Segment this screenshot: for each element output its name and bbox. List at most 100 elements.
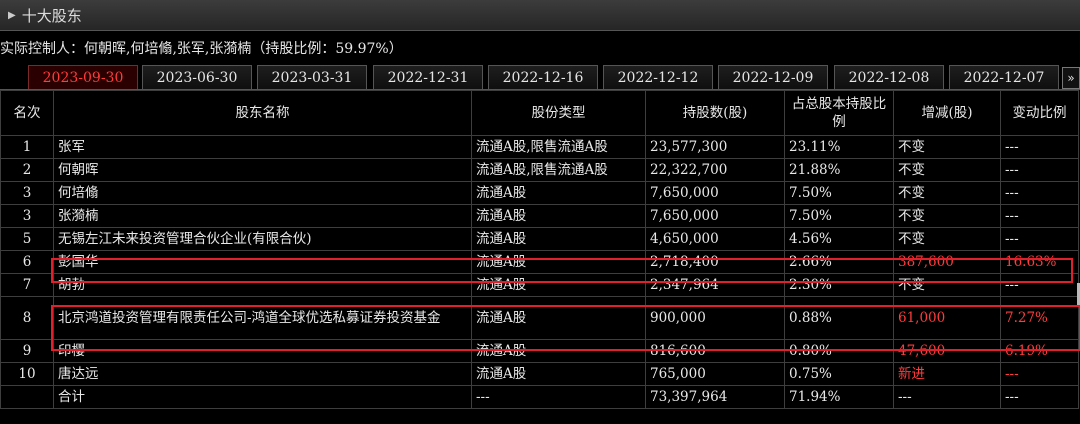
holder-name-cell: 彭国华 xyxy=(53,250,472,274)
shares-cell: 23,577,300 xyxy=(645,135,785,159)
table-row[interactable]: 10 唐达远 流通A股 765,000 0.75% 新进 --- xyxy=(0,362,1079,386)
pct-cell: 2.66% xyxy=(784,250,894,274)
ratio-cell: --- xyxy=(1000,158,1079,182)
table-row[interactable]: 3 张漪楠 流通A股 7,650,000 7.50% 不变 --- xyxy=(0,204,1079,228)
table-total-row[interactable]: 合计 --- 73,397,964 71.94% --- --- xyxy=(0,385,1079,409)
header-holder-name[interactable]: 股东名称 xyxy=(53,90,472,136)
rank-cell: 3 xyxy=(0,181,54,205)
tab-2023-06-30[interactable]: 2023-06-30 xyxy=(142,65,252,90)
change-cell: 47,600 xyxy=(893,339,1001,363)
pct-cell: 23.11% xyxy=(784,135,894,159)
rank-cell xyxy=(0,385,54,409)
rank-cell: 5 xyxy=(0,227,54,251)
rank-cell: 8 xyxy=(0,296,54,340)
header-change[interactable]: 增减(股) xyxy=(893,90,1001,136)
ratio-cell: --- xyxy=(1000,362,1079,386)
holder-name-cell: 唐达远 xyxy=(53,362,472,386)
change-cell: 不变 xyxy=(893,273,1001,297)
change-cell: 不变 xyxy=(893,158,1001,182)
actual-controller-info: 实际控制人：何朝晖,何培翛,张军,张漪楠（持股比例：59.97%） xyxy=(0,41,403,57)
share-type-cell: 流通A股 xyxy=(471,362,646,386)
rank-cell: 7 xyxy=(0,273,54,297)
table-row[interactable]: 5 无锡左江未来投资管理合伙企业(有限合伙) 流通A股 4,650,000 4.… xyxy=(0,227,1079,251)
header-rank[interactable]: 名次 xyxy=(0,90,54,136)
shares-cell: 816,600 xyxy=(645,339,785,363)
table-row[interactable]: 1 张军 流通A股,限售流通A股 23,577,300 23.11% 不变 --… xyxy=(0,135,1079,159)
shares-cell: 7,650,000 xyxy=(645,181,785,205)
change-cell: 不变 xyxy=(893,135,1001,159)
rank-cell: 2 xyxy=(0,158,54,182)
tab-2022-12-12[interactable]: 2022-12-12 xyxy=(603,65,713,90)
table-row[interactable]: 3 何培翛 流通A股 7,650,000 7.50% 不变 --- xyxy=(0,181,1079,205)
change-cell: --- xyxy=(893,385,1001,409)
share-type-cell: 流通A股,限售流通A股 xyxy=(471,135,646,159)
shares-cell: 765,000 xyxy=(645,362,785,386)
tab-2023-09-30[interactable]: 2023-09-30 xyxy=(28,65,138,90)
tab-2022-12-16[interactable]: 2022-12-16 xyxy=(488,65,598,90)
holder-name-cell: 胡勃 xyxy=(53,273,472,297)
ratio-cell: --- xyxy=(1000,181,1079,205)
change-cell: 不变 xyxy=(893,227,1001,251)
date-tabs: 2023-09-30 2023-06-30 2023-03-31 2022-12… xyxy=(0,65,1080,91)
rank-cell: 1 xyxy=(0,135,54,159)
holder-name-cell: 无锡左江未来投资管理合伙企业(有限合伙) xyxy=(53,227,472,251)
change-cell: 387,600 xyxy=(893,250,1001,274)
ratio-cell: 7.27% xyxy=(1000,296,1079,340)
pct-cell: 7.50% xyxy=(784,181,894,205)
table-row[interactable]: 7 胡勃 流通A股 2,347,964 2.30% 不变 --- xyxy=(0,273,1079,297)
shares-cell: 22,322,700 xyxy=(645,158,785,182)
tabs-scroll-right-icon[interactable]: » xyxy=(1062,67,1080,89)
shares-cell: 7,650,000 xyxy=(645,204,785,228)
tab-2022-12-09[interactable]: 2022-12-09 xyxy=(718,65,828,90)
header-shares-held[interactable]: 持股数(股) xyxy=(645,90,785,136)
ratio-cell: --- xyxy=(1000,135,1079,159)
ratio-cell: --- xyxy=(1000,227,1079,251)
tab-2022-12-08[interactable]: 2022-12-08 xyxy=(834,65,944,90)
panel-header[interactable]: ▶ 十大股东 xyxy=(0,0,1080,31)
change-cell: 61,000 xyxy=(893,296,1001,340)
pct-cell: 0.75% xyxy=(784,362,894,386)
rank-cell: 6 xyxy=(0,250,54,274)
pct-cell: 0.88% xyxy=(784,296,894,340)
share-type-cell: --- xyxy=(471,385,646,409)
share-type-cell: 流通A股 xyxy=(471,204,646,228)
ratio-cell: 6.19% xyxy=(1000,339,1079,363)
share-type-cell: 流通A股 xyxy=(471,339,646,363)
pct-cell: 2.30% xyxy=(784,273,894,297)
tab-2022-12-31[interactable]: 2022-12-31 xyxy=(373,65,483,90)
ratio-cell: --- xyxy=(1000,273,1079,297)
holder-name-cell: 何朝晖 xyxy=(53,158,472,182)
header-change-ratio[interactable]: 变动比例 xyxy=(1000,90,1079,136)
share-type-cell: 流通A股,限售流通A股 xyxy=(471,158,646,182)
share-type-cell: 流通A股 xyxy=(471,296,646,340)
rank-cell: 3 xyxy=(0,204,54,228)
change-cell: 不变 xyxy=(893,204,1001,228)
holder-name-cell: 张军 xyxy=(53,135,472,159)
total-shares-cell: 73,397,964 xyxy=(645,385,785,409)
holder-name-cell: 印樱 xyxy=(53,339,472,363)
change-cell: 不变 xyxy=(893,181,1001,205)
holder-name-cell: 张漪楠 xyxy=(53,204,472,228)
change-cell: 新进 xyxy=(893,362,1001,386)
shares-cell: 4,650,000 xyxy=(645,227,785,251)
pct-cell: 21.88% xyxy=(784,158,894,182)
rank-cell: 9 xyxy=(0,339,54,363)
table-row[interactable]: 9 印樱 流通A股 816,600 0.80% 47,600 6.19% xyxy=(0,339,1079,363)
shares-cell: 900,000 xyxy=(645,296,785,340)
table-row[interactable]: 2 何朝晖 流通A股,限售流通A股 22,322,700 21.88% 不变 -… xyxy=(0,158,1079,182)
header-share-type[interactable]: 股份类型 xyxy=(471,90,646,136)
tab-2022-12-07[interactable]: 2022-12-07 xyxy=(949,65,1059,90)
table-row[interactable]: 6 彭国华 流通A股 2,718,400 2.66% 387,600 16.63… xyxy=(0,250,1079,274)
share-type-cell: 流通A股 xyxy=(471,273,646,297)
holder-name-cell: 北京鸿道投资管理有限责任公司-鸿道全球优选私募证券投资基金 xyxy=(53,296,472,340)
table-row[interactable]: 8 北京鸿道投资管理有限责任公司-鸿道全球优选私募证券投资基金 流通A股 900… xyxy=(0,296,1079,340)
collapse-triangle-icon[interactable]: ▶ xyxy=(8,10,16,21)
share-type-cell: 流通A股 xyxy=(471,227,646,251)
tab-2023-03-31[interactable]: 2023-03-31 xyxy=(257,65,367,90)
total-pct-cell: 71.94% xyxy=(784,385,894,409)
pct-cell: 4.56% xyxy=(784,227,894,251)
shares-cell: 2,718,400 xyxy=(645,250,785,274)
share-type-cell: 流通A股 xyxy=(471,181,646,205)
ratio-cell: 16.63% xyxy=(1000,250,1079,274)
header-holding-pct[interactable]: 占总股本持股比例 xyxy=(784,90,894,136)
